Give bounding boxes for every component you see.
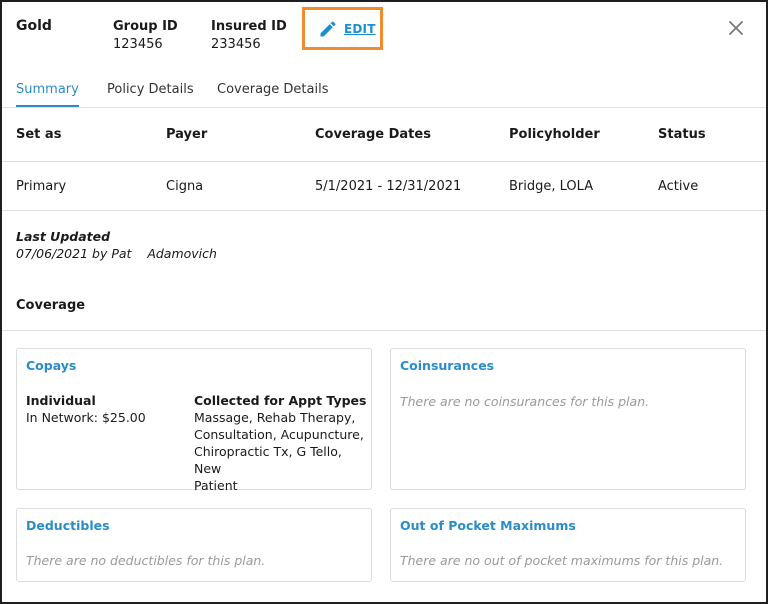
cell-policyholder: Bridge, LOLA	[509, 179, 594, 194]
tab-policy-details[interactable]: Policy Details	[107, 82, 194, 105]
insured-id-value: 233456	[211, 37, 261, 52]
column-header-coverage-dates: Coverage Dates	[315, 127, 431, 142]
tab-coverage-details[interactable]: Coverage Details	[217, 82, 328, 105]
individual-value: In Network: $25.00	[26, 410, 146, 425]
last-updated-title: Last Updated	[16, 229, 111, 244]
copays-title: Copays	[26, 358, 77, 373]
collected-line: Consultation, Acupuncture,	[194, 427, 364, 442]
column-header-payer: Payer	[166, 127, 208, 142]
group-id-label: Group ID	[113, 19, 178, 34]
cell-payer: Cigna	[166, 179, 204, 194]
column-header-status: Status	[658, 127, 706, 142]
collected-label: Collected for Appt Types	[194, 393, 367, 408]
deductibles-title: Deductibles	[26, 518, 110, 533]
collected-line: Chiropractic Tx, G Tello, New	[194, 444, 342, 476]
tab-summary[interactable]: Summary	[16, 82, 79, 107]
cell-status: Active	[658, 179, 699, 194]
table-row: Primary Cigna 5/1/2021 - 12/31/2021 Brid…	[2, 163, 766, 211]
divider	[2, 330, 766, 331]
coinsurances-title: Coinsurances	[400, 358, 495, 373]
last-updated-text: 07/06/2021 by Pat Adamovich	[16, 246, 217, 261]
edit-label[interactable]: EDIT	[344, 22, 376, 36]
deductibles-empty-message: There are no deductibles for this plan.	[26, 553, 266, 568]
group-id-field: Group ID 123456	[113, 18, 178, 54]
group-id-value: 123456	[113, 37, 163, 52]
column-header-set-as: Set as	[16, 127, 62, 142]
close-icon[interactable]	[726, 18, 746, 38]
coinsurances-empty-message: There are no coinsurances for this plan.	[400, 394, 650, 409]
cell-coverage-dates: 5/1/2021 - 12/31/2021	[315, 179, 462, 194]
pencil-icon	[320, 20, 336, 36]
insurance-plan-panel: Gold Group ID 123456 Insured ID 233456 E…	[0, 0, 768, 604]
out-of-pocket-card: Out of Pocket Maximums There are no out …	[390, 508, 746, 582]
collected-line: Massage, Rehab Therapy,	[194, 410, 356, 425]
tab-bar: Summary Policy Details Coverage Details	[2, 78, 766, 108]
column-header-policyholder: Policyholder	[509, 127, 600, 142]
deductibles-card: Deductibles There are no deductibles for…	[16, 508, 372, 582]
cell-set-as: Primary	[16, 179, 67, 194]
copays-card: Copays Individual In Network: $25.00 Col…	[16, 348, 372, 493]
plan-name: Gold	[16, 18, 52, 34]
copay-individual: Individual In Network: $25.00	[26, 392, 186, 426]
individual-label: Individual	[26, 393, 96, 408]
table-header: Set as Payer Coverage Dates Policyholder…	[2, 110, 766, 162]
out-of-pocket-title: Out of Pocket Maximums	[400, 518, 576, 533]
collected-line: Patient	[194, 478, 238, 493]
edit-button[interactable]: EDIT	[302, 7, 383, 50]
insured-id-label: Insured ID	[211, 19, 287, 34]
coverage-title: Coverage	[16, 298, 86, 313]
coinsurances-card: Coinsurances There are no coinsurances f…	[390, 348, 746, 490]
out-of-pocket-empty-message: There are no out of pocket maximums for …	[400, 553, 724, 568]
copay-collected: Collected for Appt Types Massage, Rehab …	[194, 392, 369, 494]
insured-id-field: Insured ID 233456	[211, 18, 287, 54]
